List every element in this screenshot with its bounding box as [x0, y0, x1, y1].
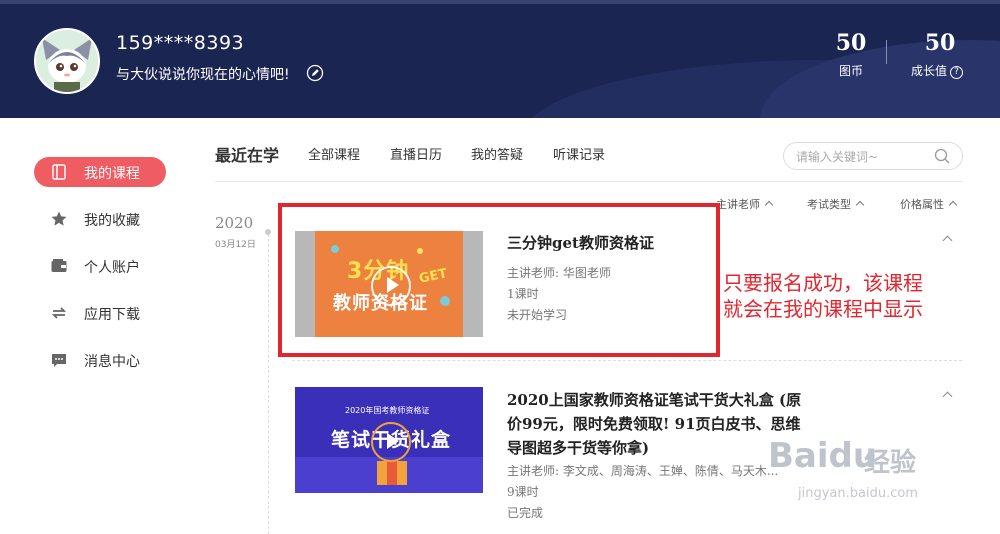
course-status: 已完成: [507, 506, 544, 520]
sidebar-item-app-download[interactable]: 应用下载: [34, 298, 166, 328]
wallet-icon: [50, 257, 68, 275]
coin-label: 图币: [838, 64, 863, 78]
watermark-url: jingyan.baidu.com: [798, 486, 918, 501]
growth-label: 成长值: [910, 64, 947, 78]
filter-label: 主讲老师: [716, 198, 760, 211]
help-icon[interactable]: ?: [950, 66, 963, 79]
sidebar-item-label: 应用下载: [84, 307, 140, 323]
book-icon: [50, 163, 68, 181]
sidebar-item-label: 个人账户: [84, 260, 140, 276]
tab-live-calendar[interactable]: 直播日历: [390, 144, 442, 163]
star-icon: [50, 210, 68, 228]
tab-divider: [215, 181, 963, 182]
filter-exam-type[interactable]: 考试类型: [807, 196, 865, 212]
filter-teacher[interactable]: 主讲老师: [716, 196, 774, 212]
coin-count: 50: [835, 30, 867, 56]
timeline-line: [268, 234, 269, 534]
course-title[interactable]: 2020上国家教师资格证笔试干货大礼盒 (原 价99元，限时免费领取! 91页白…: [507, 388, 801, 460]
watermark-brand-cn: 经验: [864, 448, 917, 478]
course-thumbnail[interactable]: 2020年国考教师资格证 笔试干货礼盒: [295, 387, 483, 493]
course-title-line: 2020上国家教师资格证笔试干货大礼盒 (原: [507, 391, 802, 409]
chevron-up-icon: [855, 200, 865, 210]
collapse-chevron-icon[interactable]: [942, 391, 953, 402]
annotation-line: 只要报名成功，该课程: [723, 271, 923, 295]
annotation-note: 只要报名成功，该课程 就会在我的课程中显示: [723, 270, 923, 322]
course-title-line: 导图超多干货等你拿): [507, 439, 650, 457]
top-divider: [0, 0, 1000, 4]
course-title-line: 价99元，限时免费领取! 91页白皮书、思维: [507, 415, 801, 433]
annotation-line: 就会在我的课程中显示: [723, 297, 923, 321]
sidebar-item-label: 消息中心: [84, 354, 140, 370]
timeline-date: 03月12日: [215, 240, 256, 250]
chevron-up-icon: [764, 200, 774, 210]
tab-my-qa[interactable]: 我的答疑: [471, 144, 523, 163]
username: 159****8393: [116, 32, 245, 54]
collapse-chevron-icon[interactable]: [942, 235, 953, 246]
growth-label-row: 成长值?: [906, 62, 968, 79]
timeline-dot: [265, 229, 271, 235]
thumbnail-text: 2020年国考教师资格证: [345, 406, 430, 415]
sidebar-item-favorites[interactable]: 我的收藏: [34, 204, 166, 234]
avatar[interactable]: [34, 28, 100, 94]
growth-count: 50: [924, 30, 956, 56]
growth-stat: 50 成长值?: [906, 30, 968, 79]
filter-label: 考试类型: [807, 198, 851, 211]
search-icon[interactable]: [934, 148, 950, 164]
filter-price[interactable]: 价格属性: [900, 196, 958, 212]
coin-stat: 50 图币: [826, 30, 876, 79]
timeline-year: 2020: [215, 214, 254, 232]
sidebar-item-label: 我的课程: [84, 166, 140, 182]
search-input[interactable]: 请输入关键词~: [783, 142, 963, 170]
tab-history[interactable]: 听课记录: [553, 144, 605, 163]
message-icon: [50, 351, 68, 369]
edit-pencil-icon[interactable]: [306, 64, 324, 82]
tab-all-courses[interactable]: 全部课程: [308, 144, 360, 163]
watermark-brand: Baidu: [768, 436, 878, 476]
sync-icon: [50, 304, 68, 322]
sidebar-item-account[interactable]: 个人账户: [34, 251, 166, 281]
sidebar-item-my-courses[interactable]: 我的课程: [34, 157, 166, 187]
course-divider: [292, 360, 962, 361]
play-icon[interactable]: [371, 422, 411, 462]
course-lessons: 9课时: [507, 485, 539, 499]
sidebar-item-label: 我的收藏: [84, 213, 140, 229]
profile-header: 159****8393 与大伙说说你现在的心情吧! 50 图币 50 成长值?: [0, 0, 1000, 118]
search-placeholder: 请输入关键词~: [796, 150, 879, 164]
highlight-box: [278, 203, 720, 357]
tab-recent[interactable]: 最近在学: [215, 142, 279, 166]
stat-divider: [886, 40, 887, 64]
course-teacher: 主讲老师: 李文成、周海涛、王婵、陈倩、马天木...: [507, 464, 779, 478]
filter-label: 价格属性: [900, 198, 944, 211]
sidebar-item-messages[interactable]: 消息中心: [34, 345, 166, 375]
mood-prompt[interactable]: 与大伙说说你现在的心情吧!: [116, 64, 290, 84]
chevron-up-icon: [948, 200, 958, 210]
baidu-jingyan-watermark: Baidu 经验 jingyan.baidu.com: [768, 436, 1000, 531]
